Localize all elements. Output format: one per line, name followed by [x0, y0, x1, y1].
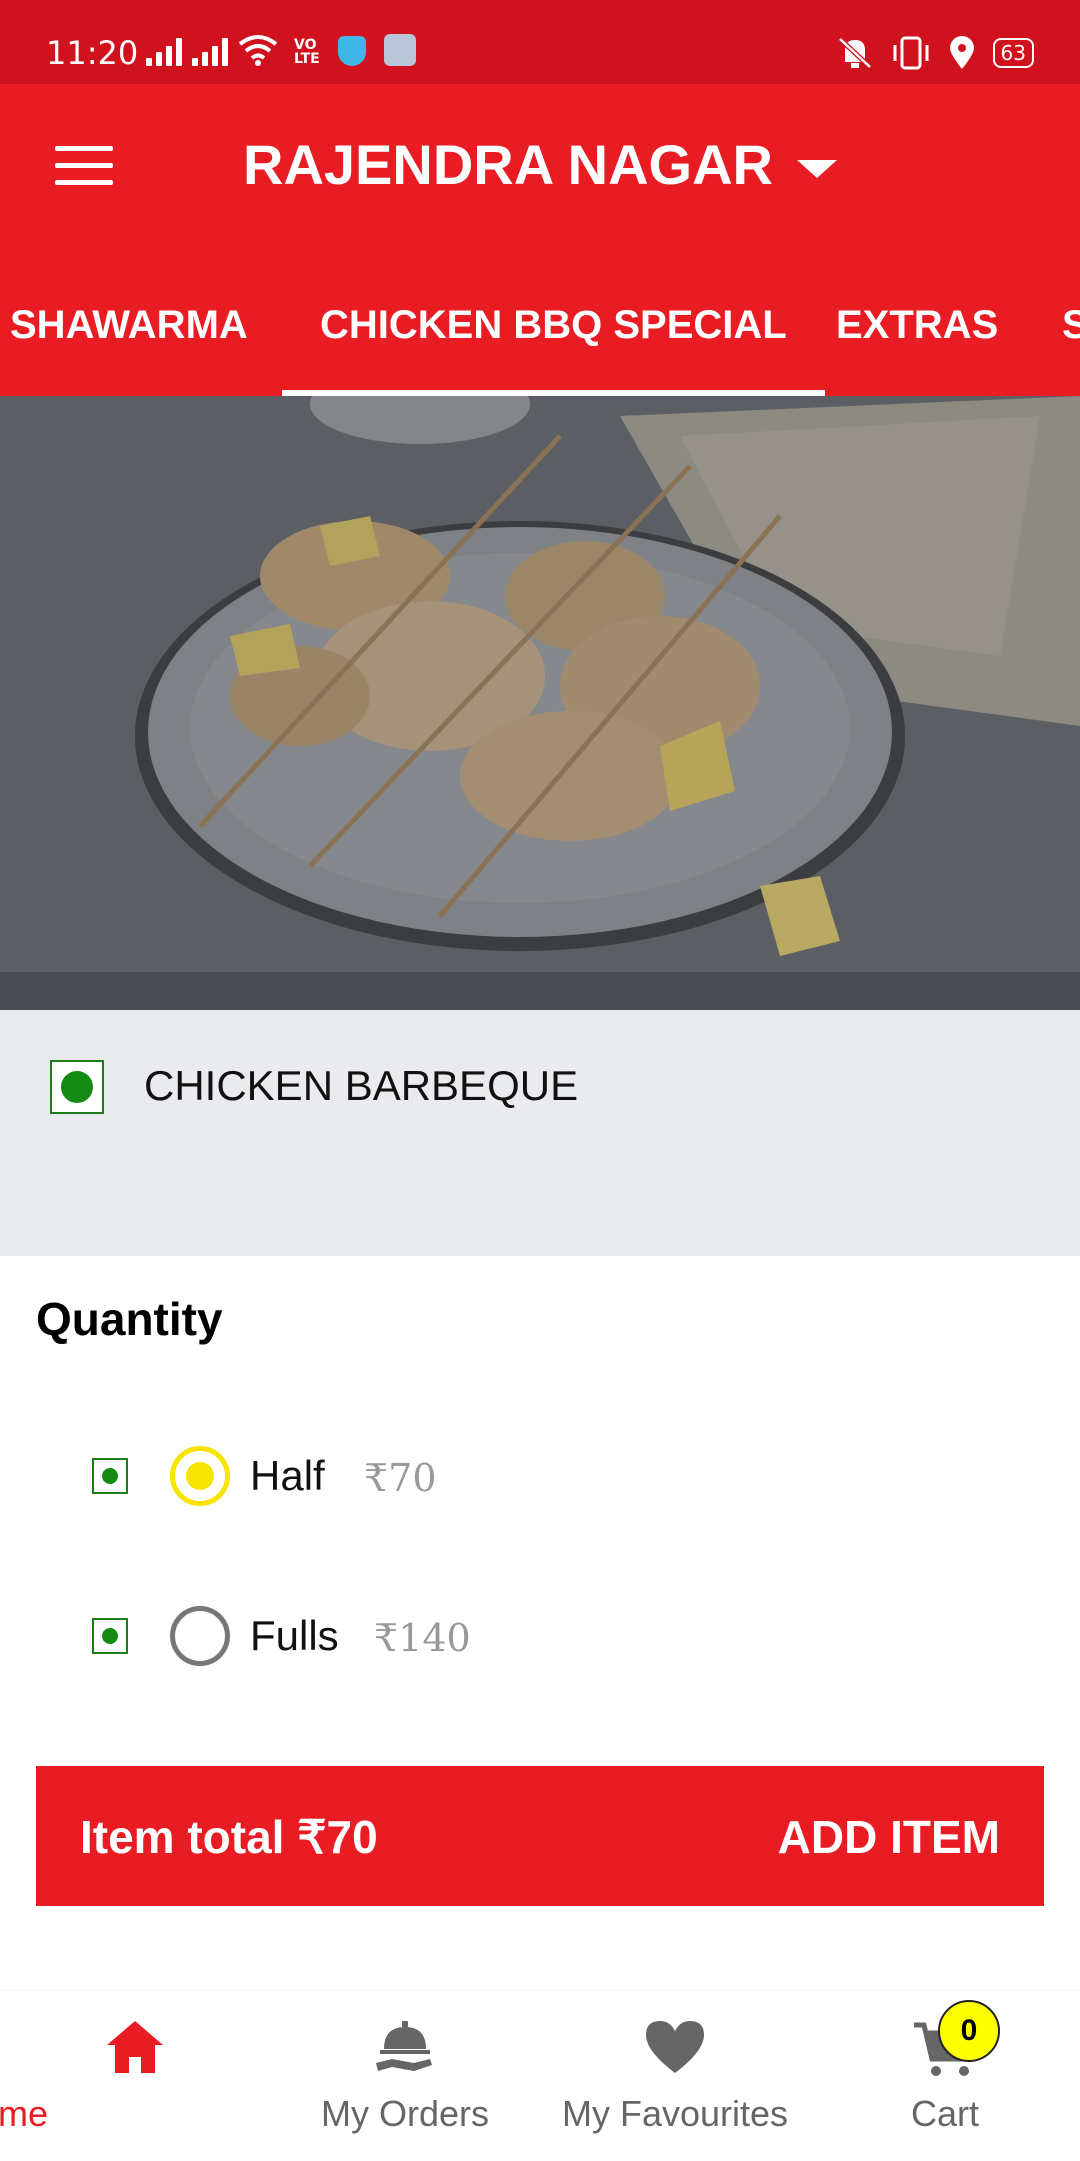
orders-icon: [376, 2021, 432, 2071]
tab-extras[interactable]: EXTRAS: [836, 254, 998, 396]
status-bar: 11:20 VO LTE 63: [0, 0, 1080, 84]
option-label: Half: [250, 1452, 325, 1499]
wifi-icon: [238, 35, 278, 66]
chevron-down-icon: [796, 160, 837, 179]
item-panel: CHICKEN BARBEQUE: [0, 1010, 1080, 1256]
veg-indicator-icon: [92, 1458, 128, 1494]
category-tabs: SHAWARMA CHICKEN BBQ SPECIAL EXTRAS S: [0, 254, 1080, 396]
option-fulls[interactable]: Fulls ₹140: [0, 1598, 1080, 1678]
option-price: ₹70: [364, 1456, 437, 1500]
item-image: [0, 396, 1080, 972]
tab-shawarma[interactable]: SHAWARMA: [10, 254, 248, 396]
volte-icon: VO LTE: [294, 37, 320, 67]
veg-indicator-icon: [92, 1618, 128, 1654]
food-photo: [0, 396, 1080, 972]
bottom-nav: Home My Orders My Favourites Cart: [0, 1990, 1080, 2161]
nav-label-my-favourites: My Favourites: [561, 2093, 789, 2134]
option-label: Fulls: [250, 1612, 339, 1659]
signal-icon-2: [192, 36, 228, 66]
nav-my-favourites[interactable]: My Favourites: [540, 1991, 810, 2161]
option-half[interactable]: Half ₹70: [0, 1438, 1080, 1518]
battery-icon: 63: [992, 38, 1034, 68]
item-name: CHICKEN BARBEQUE: [144, 1062, 579, 1109]
vibrate-icon: [893, 36, 929, 70]
heart-icon: [646, 2021, 704, 2073]
nav-label-cart: Cart: [910, 2093, 979, 2134]
option-price: ₹140: [374, 1616, 471, 1660]
quantity-title: Quantity: [36, 1293, 223, 1345]
app-bar: RAJENDRA NAGAR: [0, 84, 1080, 254]
radio-fulls[interactable]: [170, 1606, 230, 1666]
location-icon: [949, 36, 974, 69]
shield-icon: [337, 36, 366, 66]
image-footer: [0, 972, 1080, 1010]
item-total: Item total ₹70: [80, 1811, 378, 1863]
location-selector[interactable]: RAJENDRA NAGAR: [0, 132, 1080, 197]
home-icon: [107, 2021, 163, 2073]
location-label: RAJENDRA NAGAR: [243, 133, 773, 196]
tab-chicken-bbq-special[interactable]: CHICKEN BBQ SPECIAL: [282, 254, 825, 396]
add-item-bar[interactable]: Item total ₹70 ADD ITEM: [36, 1766, 1044, 1906]
signal-icon: [146, 36, 182, 66]
mute-icon: [837, 37, 872, 69]
tab-next[interactable]: S: [1062, 254, 1080, 396]
nav-label-my-orders: My Orders: [320, 2093, 489, 2134]
nav-label-home: Home: [0, 2093, 49, 2134]
status-time: 11:20: [46, 34, 139, 72]
nav-my-orders[interactable]: My Orders: [270, 1991, 540, 2161]
status-icons-left: VO LTE: [146, 34, 416, 66]
layers-icon: [383, 34, 416, 66]
veg-indicator-icon: [50, 1060, 104, 1114]
add-item-button[interactable]: ADD ITEM: [778, 1810, 1000, 1864]
nav-home[interactable]: Home: [0, 1991, 270, 2161]
cart-count-badge: 0: [938, 2000, 1000, 2062]
radio-half[interactable]: [170, 1446, 230, 1506]
status-icons-right: 63: [837, 36, 1034, 70]
